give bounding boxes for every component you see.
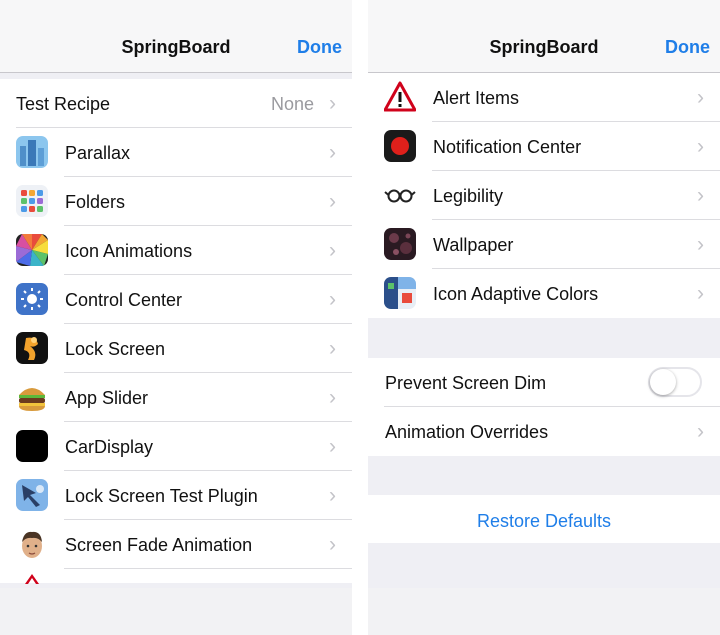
list-item-label: Parallax [65, 143, 131, 163]
list-item-folders[interactable]: Folders › [0, 177, 352, 226]
done-button[interactable]: Done [665, 37, 710, 58]
chevron-right-icon: › [329, 337, 336, 360]
list-item-label: Icon Adaptive Colors [433, 284, 599, 304]
list-item-parallax[interactable]: Parallax › [0, 128, 352, 177]
list-item-label: Screen Fade Animation [65, 535, 253, 555]
animation-overrides-row[interactable]: Animation Overrides › [368, 407, 720, 456]
list-item-notification-center[interactable]: Notification Center › [368, 122, 720, 171]
nav-bar: SpringBoard Done [368, 0, 720, 73]
list-item-label: Notification Center [433, 137, 582, 157]
list-item-label: CarDisplay [65, 437, 154, 457]
list-item-lock-screen[interactable]: Lock Screen › [0, 324, 352, 373]
chevron-right-icon: › [329, 533, 336, 556]
cardisplay-icon [16, 430, 48, 462]
list-item-label: Wallpaper [433, 235, 514, 255]
list-item-icon-animations[interactable]: Icon Animations › [0, 226, 352, 275]
chevron-right-icon: › [329, 386, 336, 409]
list-item-label: Legibility [433, 186, 504, 206]
list-item-icon-adaptive-colors[interactable]: Icon Adaptive Colors › [368, 269, 720, 318]
partial-warning-icon [25, 571, 39, 589]
right-settings-screen: SpringBoard Done Alert Items › Notificat… [368, 0, 720, 635]
chevron-right-icon: › [329, 239, 336, 262]
chevron-right-icon: › [697, 135, 704, 158]
nav-bar: SpringBoard Done [0, 0, 352, 73]
warning-icon [384, 81, 416, 113]
chevron-right-icon: › [697, 86, 704, 109]
list-item-legibility[interactable]: Legibility › [368, 171, 720, 220]
test-recipe-label: Test Recipe [16, 94, 111, 114]
list-item-control-center[interactable]: Control Center › [0, 275, 352, 324]
bottom-fade [0, 588, 352, 635]
bottom-fade [368, 588, 720, 635]
animation-overrides-label: Animation Overrides [385, 422, 549, 442]
partial-list-item [0, 569, 352, 584]
list-item-label: Icon Animations [65, 241, 193, 261]
glasses-icon [384, 179, 416, 211]
test-plugin-icon [16, 479, 48, 511]
chevron-right-icon: › [329, 288, 336, 311]
chevron-right-icon: › [697, 420, 704, 443]
left-settings-screen: SpringBoard Done Test Recipe None › Para… [0, 0, 352, 635]
test-recipe-row[interactable]: Test Recipe None › [0, 79, 352, 128]
list-item-cardisplay[interactable]: CarDisplay › [0, 422, 352, 471]
restore-section: Restore Defaults [368, 495, 720, 543]
list-item-app-slider[interactable]: App Slider › [0, 373, 352, 422]
list-item-lock-screen-test-plugin[interactable]: Lock Screen Test Plugin › [0, 471, 352, 520]
list-item-alert-items[interactable]: Alert Items › [368, 73, 720, 122]
face-icon [16, 528, 48, 560]
prevent-screen-dim-toggle[interactable] [648, 367, 702, 397]
done-button[interactable]: Done [297, 37, 342, 58]
chevron-right-icon: › [697, 282, 704, 305]
list-item-label: Lock Screen [65, 339, 166, 359]
wallpaper-icon [384, 228, 416, 260]
chevron-right-icon: › [329, 435, 336, 458]
list-item-label: Lock Screen Test Plugin [65, 486, 258, 506]
settings-list: Test Recipe None › Parallax › Folders › [0, 79, 352, 584]
list-item-label: Folders [65, 192, 126, 212]
lock-screen-icon [16, 332, 48, 364]
chevron-right-icon: › [329, 190, 336, 213]
record-icon [384, 130, 416, 162]
list-item-label: App Slider [65, 388, 149, 408]
chevron-right-icon: › [329, 141, 336, 164]
list-item-wallpaper[interactable]: Wallpaper › [368, 220, 720, 269]
prevent-screen-dim-row: Prevent Screen Dim [368, 358, 720, 407]
list-item-screen-fade-animation[interactable]: Screen Fade Animation › [0, 520, 352, 569]
list-item-label: Alert Items [433, 88, 520, 108]
folders-icon [16, 185, 48, 217]
toggle-knob [650, 369, 676, 395]
options-list: Prevent Screen Dim Animation Overrides › [368, 358, 720, 456]
settings-list: Alert Items › Notification Center › Legi… [368, 73, 720, 318]
control-center-icon [16, 283, 48, 315]
prevent-screen-dim-label: Prevent Screen Dim [385, 373, 547, 393]
chevron-right-icon: › [329, 92, 336, 115]
restore-defaults-button[interactable]: Restore Defaults [368, 511, 720, 532]
burger-icon [16, 381, 48, 413]
adaptive-colors-icon [384, 277, 416, 309]
list-item-label: Control Center [65, 290, 183, 310]
chevron-right-icon: › [697, 184, 704, 207]
parallax-icon [16, 136, 48, 168]
test-recipe-value: None [270, 94, 314, 114]
icon-animations-icon [16, 234, 48, 266]
chevron-right-icon: › [697, 233, 704, 256]
chevron-right-icon: › [329, 484, 336, 507]
